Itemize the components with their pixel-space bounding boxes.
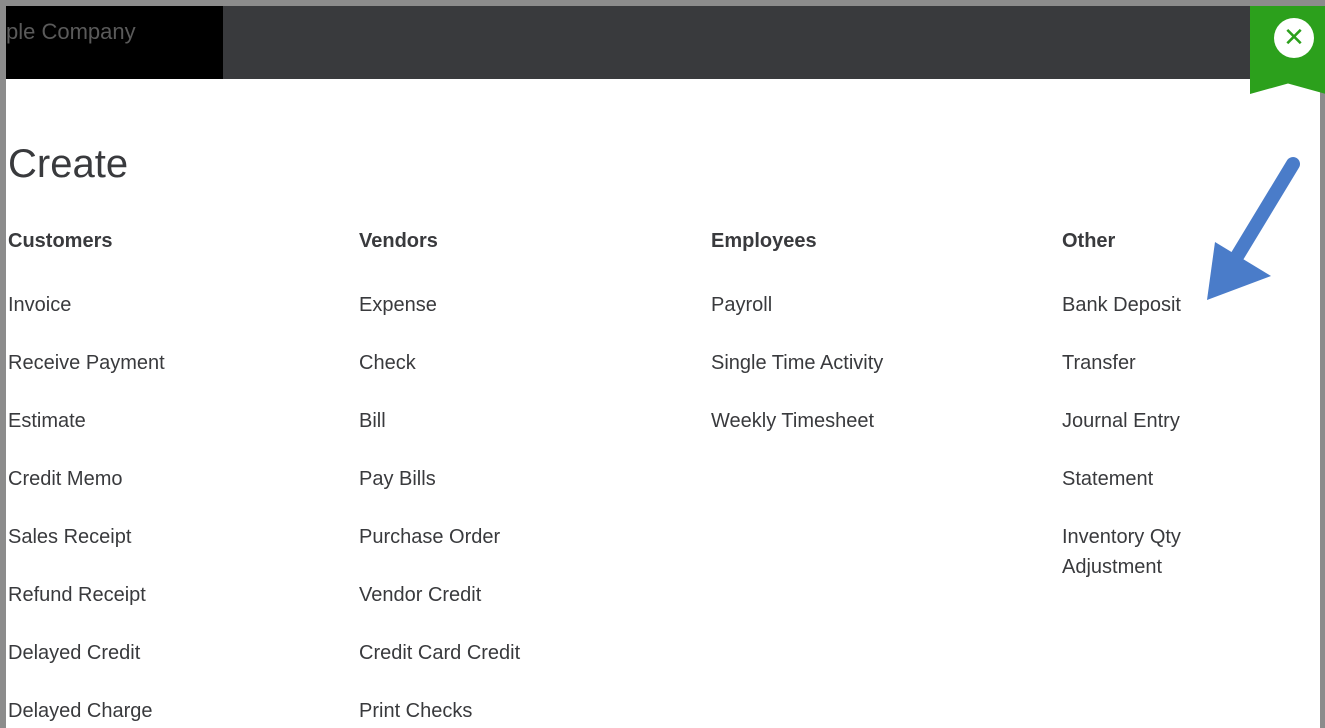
menu-item-purchase-order[interactable]: Purchase Order: [359, 522, 559, 552]
menu-item-vendor-credit[interactable]: Vendor Credit: [359, 580, 559, 610]
menu-item-weekly-timesheet[interactable]: Weekly Timesheet: [711, 406, 911, 436]
menu-item-journal-entry[interactable]: Journal Entry: [1062, 406, 1262, 436]
menu-item-delayed-credit[interactable]: Delayed Credit: [8, 638, 208, 668]
menu-item-inventory-qty-adjustment[interactable]: Inventory Qty Adjustment: [1062, 522, 1232, 582]
menu-item-single-time-activity[interactable]: Single Time Activity: [711, 348, 911, 378]
menu-item-sales-receipt[interactable]: Sales Receipt: [8, 522, 208, 552]
menu-item-payroll[interactable]: Payroll: [711, 290, 911, 320]
menu-item-expense[interactable]: Expense: [359, 290, 559, 320]
column-heading: Vendors: [359, 230, 438, 252]
column-employees: Employees Payroll Single Time Activity W…: [711, 226, 1031, 436]
menu-item-statement[interactable]: Statement: [1062, 464, 1262, 494]
company-name: ple Company: [6, 19, 136, 44]
menu-item-estimate[interactable]: Estimate: [8, 406, 208, 436]
company-name-area: ple Company: [6, 6, 223, 79]
page-title: Create: [8, 142, 129, 186]
menu-item-invoice[interactable]: Invoice: [8, 290, 208, 320]
menu-item-bill[interactable]: Bill: [359, 406, 559, 436]
close-icon[interactable]: ✕: [1274, 18, 1314, 58]
column-heading: Customers: [8, 230, 113, 252]
column-vendors: Vendors Expense Check Bill Pay Bills Pur…: [359, 226, 679, 726]
column-heading: Employees: [711, 230, 817, 252]
menu-item-check[interactable]: Check: [359, 348, 559, 378]
menu-item-pay-bills[interactable]: Pay Bills: [359, 464, 559, 494]
menu-item-credit-memo[interactable]: Credit Memo: [8, 464, 208, 494]
menu-item-delayed-charge[interactable]: Delayed Charge: [8, 696, 208, 726]
menu-item-credit-card-credit[interactable]: Credit Card Credit: [359, 638, 559, 668]
top-bar: ple Company ✕: [6, 6, 1325, 94]
column-customers: Customers Invoice Receive Payment Estima…: [8, 226, 328, 726]
menu-item-transfer[interactable]: Transfer: [1062, 348, 1262, 378]
menu-item-print-checks[interactable]: Print Checks: [359, 696, 559, 726]
pointer-arrow-icon: [1207, 157, 1300, 300]
menu-item-refund-receipt[interactable]: Refund Receipt: [8, 580, 208, 610]
menu-item-receive-payment[interactable]: Receive Payment: [8, 348, 208, 378]
